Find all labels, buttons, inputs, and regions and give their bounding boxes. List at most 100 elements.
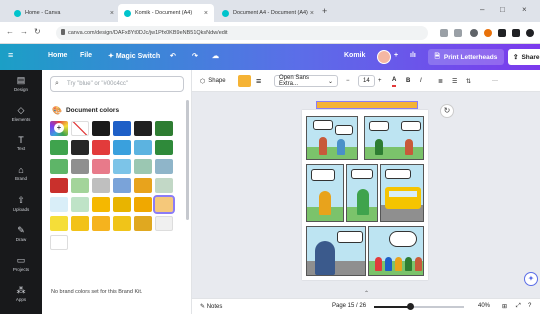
color-swatch[interactable]: [134, 159, 152, 174]
fullscreen-icon[interactable]: ⤢: [516, 303, 521, 310]
font-family-select[interactable]: Open Sans Extra... ⌄: [274, 75, 338, 87]
magic-assistant-icon[interactable]: ✦: [524, 272, 538, 286]
color-swatch[interactable]: [113, 121, 131, 136]
rail-item-uploads[interactable]: ⇧ Uploads: [0, 192, 42, 222]
rail-item-projects[interactable]: ▭ Projects: [0, 252, 42, 282]
color-swatch[interactable]: [155, 121, 173, 136]
text-color-button[interactable]: A: [392, 75, 397, 87]
home-button[interactable]: Home: [48, 52, 67, 59]
color-swatch[interactable]: [134, 121, 152, 136]
color-swatch[interactable]: [71, 140, 89, 155]
color-swatch[interactable]: [50, 140, 68, 155]
color-swatch[interactable]: [153, 195, 175, 214]
page-indicator[interactable]: Page 15 / 26: [332, 303, 366, 309]
color-swatch[interactable]: [113, 159, 131, 174]
share-page-icon[interactable]: [440, 29, 448, 37]
redo-icon[interactable]: ↷: [192, 52, 198, 60]
share-button[interactable]: ⇪ Share: [508, 49, 540, 65]
color-swatch[interactable]: [71, 216, 89, 231]
avatar[interactable]: [377, 50, 391, 64]
selected-shape[interactable]: [316, 101, 418, 109]
rotate-icon[interactable]: ↻: [440, 104, 454, 118]
rail-item-draw[interactable]: ✎ Draw: [0, 222, 42, 252]
color-swatch[interactable]: [155, 140, 173, 155]
minimize-icon[interactable]: –: [480, 5, 484, 14]
add-collaborator-icon[interactable]: +: [394, 52, 398, 59]
color-swatch[interactable]: [50, 216, 68, 231]
color-swatch[interactable]: [113, 178, 131, 193]
align-icon[interactable]: ≣: [438, 75, 443, 87]
color-swatch[interactable]: [92, 140, 110, 155]
maximize-icon[interactable]: □: [500, 5, 505, 14]
notes-button[interactable]: ✎ Notes: [200, 303, 222, 310]
help-icon[interactable]: ?: [528, 303, 531, 309]
panel-scrollbar[interactable]: [186, 100, 189, 220]
color-swatch[interactable]: [113, 140, 131, 155]
color-swatch[interactable]: [92, 178, 110, 193]
rail-item-elements[interactable]: ◇ Elements: [0, 102, 42, 132]
color-swatch[interactable]: [92, 216, 110, 231]
color-swatch[interactable]: [155, 159, 173, 174]
border-style-icon[interactable]: ≡: [256, 75, 261, 87]
tab-komik-document[interactable]: Komik - Document (A4) ×: [118, 4, 214, 22]
url-input[interactable]: canva.com/design/DAFx8Yt0DJc/jw1Pfx0KB9e…: [56, 26, 428, 40]
italic-button[interactable]: I: [420, 75, 422, 87]
no-color-swatch[interactable]: [71, 121, 89, 136]
more-options-icon[interactable]: ···: [492, 75, 498, 87]
close-tab-icon[interactable]: ×: [310, 10, 314, 17]
add-color-button[interactable]: +: [50, 121, 68, 136]
color-swatch[interactable]: [113, 197, 131, 212]
fill-color-swatch[interactable]: [238, 75, 251, 87]
color-search-input[interactable]: ⌕ Try "blue" or "#00c4cc": [50, 76, 184, 92]
analytics-icon[interactable]: ılı: [410, 52, 416, 59]
extensions-puzzle-icon[interactable]: [498, 29, 506, 37]
color-swatch[interactable]: [71, 178, 89, 193]
rail-item-text[interactable]: T Text: [0, 132, 42, 162]
magic-switch-button[interactable]: ✦ Magic Switch: [108, 52, 160, 60]
rail-item-design[interactable]: ▤ Design: [0, 72, 42, 102]
close-window-icon[interactable]: ×: [522, 5, 527, 14]
rail-item-brand[interactable]: ⌂ Brand: [0, 162, 42, 192]
profile-icon[interactable]: [526, 29, 534, 37]
extension-icon[interactable]: [484, 29, 492, 37]
tab-document-a4[interactable]: Document A4 - Document (A4) ×: [216, 4, 320, 22]
menu-icon[interactable]: ≡: [8, 50, 13, 60]
color-swatch[interactable]: [92, 121, 110, 136]
bookmark-icon[interactable]: [454, 29, 462, 37]
forward-icon[interactable]: →: [20, 27, 28, 36]
file-menu[interactable]: File: [80, 52, 92, 59]
sidepanel-icon[interactable]: [512, 29, 520, 37]
cloud-save-icon[interactable]: ☁: [212, 52, 219, 60]
shape-button[interactable]: ⬡ Shape: [200, 75, 226, 87]
color-swatch[interactable]: [134, 140, 152, 155]
rail-item-apps[interactable]: ⁂ Apps: [0, 282, 42, 312]
color-swatch[interactable]: [50, 197, 68, 212]
color-swatch[interactable]: [50, 178, 68, 193]
spacing-icon[interactable]: ⇅: [466, 75, 471, 87]
new-tab-icon[interactable]: +: [322, 6, 327, 16]
back-icon[interactable]: ←: [6, 27, 14, 36]
font-size-increase[interactable]: +: [378, 75, 382, 87]
print-letterheads-button[interactable]: 🗎 Print Letterheads: [428, 49, 504, 65]
zoom-value[interactable]: 40%: [478, 303, 490, 309]
grid-view-icon[interactable]: ⊞: [502, 303, 507, 310]
color-swatch[interactable]: [155, 216, 173, 231]
color-swatch[interactable]: [134, 178, 152, 193]
color-swatch[interactable]: [113, 216, 131, 231]
font-size-input[interactable]: 14: [358, 75, 375, 87]
bold-button[interactable]: B: [406, 75, 410, 87]
extension-icon[interactable]: [470, 29, 478, 37]
color-swatch[interactable]: [134, 197, 152, 212]
list-icon[interactable]: ☰: [452, 75, 457, 87]
tab-home-canva[interactable]: Home - Canva ×: [8, 4, 120, 22]
zoom-slider-knob[interactable]: [407, 303, 414, 310]
close-tab-icon[interactable]: ×: [204, 10, 208, 17]
zoom-slider[interactable]: [374, 303, 464, 310]
color-swatch[interactable]: [50, 235, 68, 250]
color-swatch[interactable]: [71, 197, 89, 212]
color-swatch[interactable]: [134, 216, 152, 231]
color-swatch[interactable]: [92, 197, 110, 212]
color-swatch[interactable]: [71, 159, 89, 174]
color-swatch[interactable]: [92, 159, 110, 174]
color-swatch[interactable]: [155, 178, 173, 193]
